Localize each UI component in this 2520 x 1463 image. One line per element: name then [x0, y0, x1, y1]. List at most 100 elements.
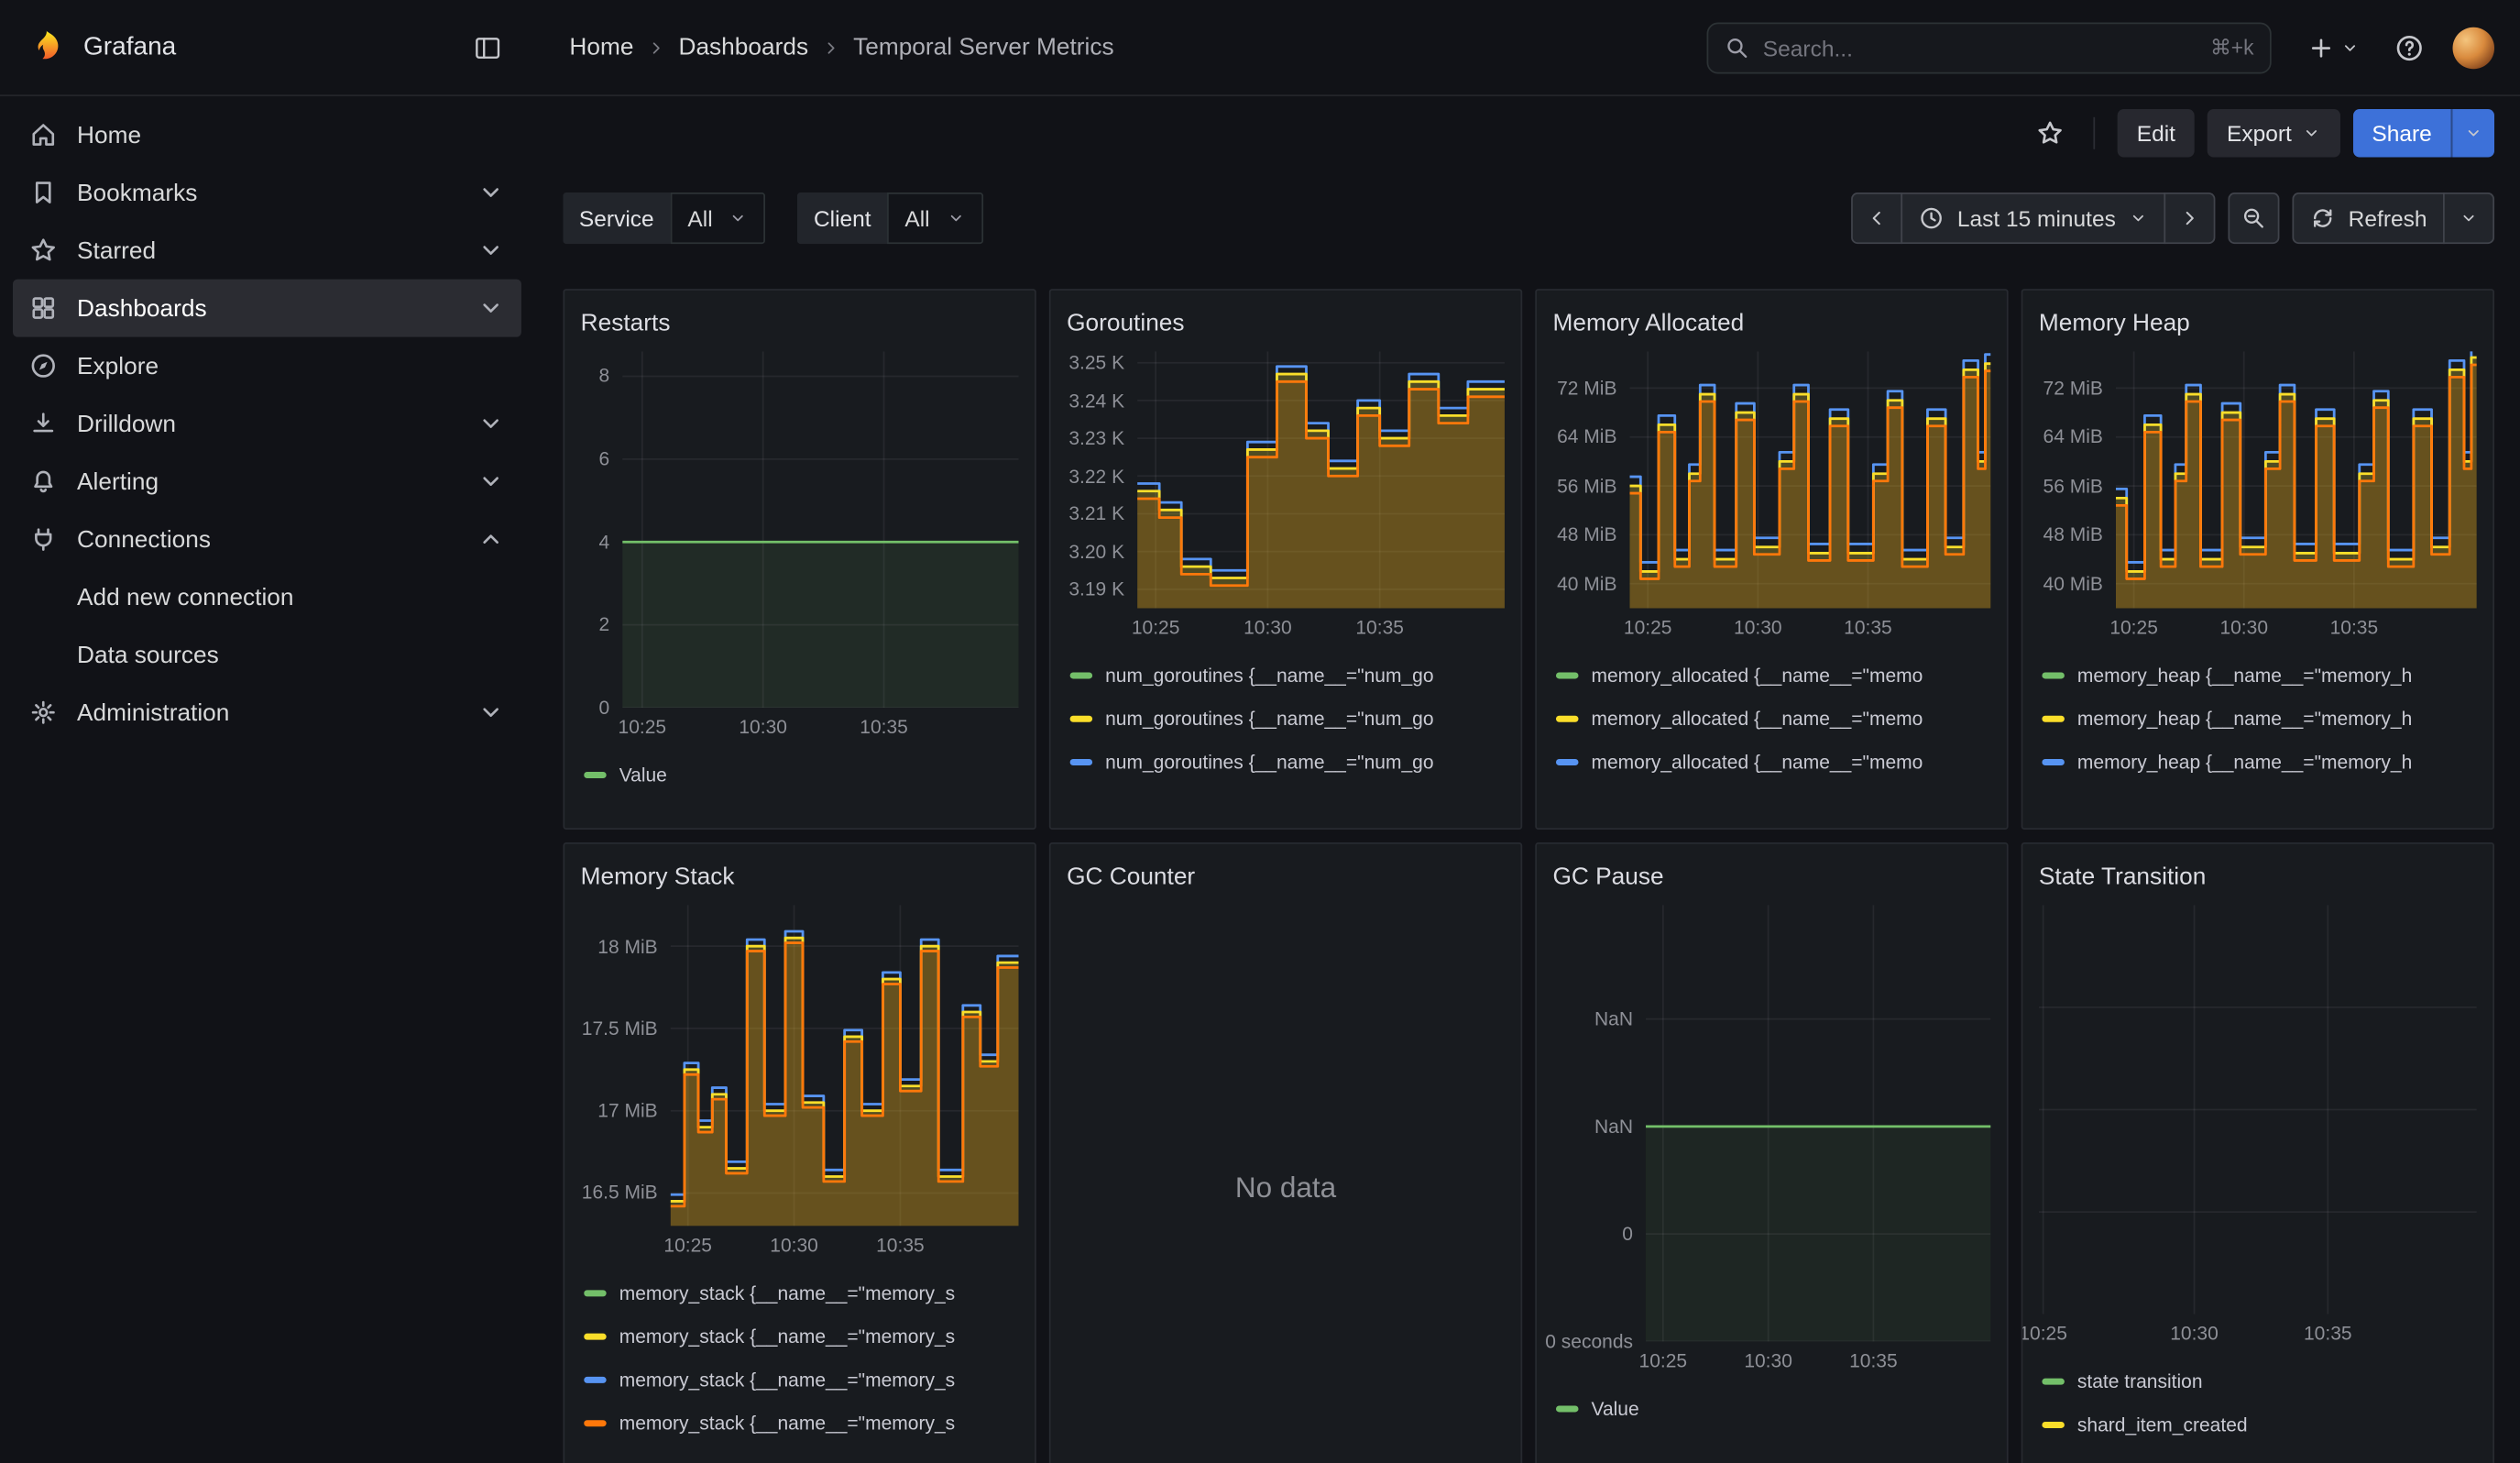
chart-canvas[interactable]	[2116, 351, 2477, 608]
legend-item[interactable]: memory_allocated {__name__="memo	[1556, 653, 1990, 696]
share-menu-button[interactable]	[2451, 109, 2494, 158]
plot-row: 40 MiB48 MiB56 MiB64 MiB72 MiB	[1552, 351, 1990, 608]
sidebar-item-administration[interactable]: Administration	[13, 684, 521, 742]
chart-plot[interactable]	[2116, 351, 2477, 608]
breadcrumb-item-dashboards[interactable]: Dashboards	[678, 34, 808, 61]
breadcrumb: HomeDashboardsTemporal Server Metrics	[569, 34, 1113, 61]
add-new-button[interactable]	[2300, 27, 2366, 69]
time-range-picker[interactable]: Last 15 minutes	[1901, 192, 2166, 244]
y-axis-label: 0 seconds	[1545, 1330, 1633, 1353]
panel-title[interactable]: GC Counter	[1067, 863, 1195, 890]
panel-memory-stack: Memory Stack16.5 MiB17 MiB17.5 MiB18 MiB…	[563, 842, 1035, 1463]
dock-sidebar-button[interactable]	[466, 27, 509, 69]
time-shift-back-button[interactable]	[1851, 192, 1902, 244]
x-axis-label: 10:30	[2170, 1322, 2219, 1345]
user-avatar[interactable]	[2453, 27, 2495, 69]
panel-grid: Restarts0246810:2510:3010:35ValueGorouti…	[563, 289, 2494, 1463]
legend-item[interactable]: num_goroutines {__name__="num_go	[1070, 740, 1505, 783]
y-axis: 0 seconds0NaNNaN	[1552, 905, 1646, 1341]
grafana-logo-icon[interactable]	[26, 27, 68, 69]
chart-canvas[interactable]	[2039, 905, 2477, 1314]
breadcrumb-item-home[interactable]: Home	[569, 34, 633, 61]
favorite-star-button[interactable]	[2029, 113, 2071, 155]
chart-plot[interactable]	[1137, 351, 1505, 608]
chart-canvas[interactable]	[1630, 351, 1991, 608]
sidebar-item-bookmarks[interactable]: Bookmarks	[13, 164, 521, 222]
sidebar-item-alerting[interactable]: Alerting	[13, 453, 521, 511]
legend-item[interactable]: memory_stack {__name__="memory_s	[584, 1314, 1018, 1358]
chart-plot[interactable]	[1646, 905, 1990, 1341]
legend-item[interactable]: memory_heap {__name__="memory_h	[2042, 740, 2476, 783]
sidebar-item-add-new-connection[interactable]: Add new connection	[13, 568, 521, 626]
sidebar-item-drilldown[interactable]: Drilldown	[13, 395, 521, 453]
chart-plot[interactable]	[1630, 351, 1991, 608]
variable-value-dropdown[interactable]: All	[887, 192, 982, 244]
zoom-out-button[interactable]	[2228, 192, 2279, 244]
time-shift-forward-button[interactable]	[2164, 192, 2215, 244]
x-axis: 10:2510:3010:35	[1630, 608, 1991, 644]
refresh-interval-button[interactable]	[2443, 192, 2494, 244]
legend: state transitionshard_item_created	[2042, 1359, 2476, 1446]
panel-title[interactable]: Memory Allocated	[1552, 309, 1744, 336]
sidebar-item-home[interactable]: Home	[13, 106, 521, 164]
share-button[interactable]: Share	[2352, 109, 2450, 158]
variable-value-dropdown[interactable]: All	[670, 192, 765, 244]
chart-canvas[interactable]	[622, 351, 1018, 708]
search-input[interactable]	[1763, 35, 2197, 60]
time-range-label: Last 15 minutes	[1957, 205, 2116, 231]
chart-canvas[interactable]	[1137, 351, 1505, 608]
legend-label: memory_stack {__name__="memory_s	[619, 1368, 955, 1391]
star-icon	[2035, 119, 2065, 148]
chart-plot[interactable]	[622, 351, 1018, 708]
sidebar-item-connections[interactable]: Connections	[13, 511, 521, 568]
legend-item[interactable]: memory_allocated {__name__="memo	[1556, 697, 1990, 740]
legend-item[interactable]: memory_heap {__name__="memory_h	[2042, 653, 2476, 696]
y-axis-label: 3.25 K	[1068, 351, 1124, 374]
plot-row: 3.19 K3.20 K3.21 K3.22 K3.23 K3.24 K3.25…	[1067, 351, 1505, 608]
x-axis-label: 10:30	[1244, 616, 1292, 639]
legend-item[interactable]: state transition	[2042, 1359, 2476, 1402]
legend-item[interactable]: num_goroutines {__name__="num_go	[1070, 653, 1505, 696]
star-icon	[29, 236, 59, 265]
sidebar-item-data-sources[interactable]: Data sources	[13, 626, 521, 684]
sidebar-item-dashboards[interactable]: Dashboards	[13, 280, 521, 337]
legend-item[interactable]: memory_stack {__name__="memory_s	[584, 1270, 1018, 1314]
chart-plot[interactable]	[671, 905, 1019, 1226]
plot-row	[2039, 905, 2477, 1314]
legend-item[interactable]: num_goroutines {__name__="num_go	[1070, 783, 1505, 798]
panel-title[interactable]: Memory Heap	[2039, 309, 2190, 336]
panel-title[interactable]: Restarts	[581, 309, 671, 336]
sidebar-item-label: Explore	[77, 352, 159, 380]
variable-label: Client	[797, 192, 887, 244]
legend-item[interactable]: Value	[584, 753, 1018, 796]
chart-plot[interactable]	[2039, 905, 2477, 1314]
edit-button[interactable]: Edit	[2118, 109, 2195, 158]
legend-item[interactable]: memory_allocated {__name__="memo	[1556, 783, 1990, 798]
panel-title[interactable]: State Transition	[2039, 863, 2206, 890]
legend-item[interactable]: memory_allocated {__name__="memo	[1556, 740, 1990, 783]
chevron-down-icon	[2464, 124, 2483, 143]
panel-title[interactable]: Goroutines	[1067, 309, 1184, 336]
legend-item[interactable]: Value	[1556, 1386, 1990, 1429]
legend-item[interactable]: num_goroutines {__name__="num_go	[1070, 697, 1505, 740]
legend-item[interactable]: memory_stack {__name__="memory_s	[584, 1401, 1018, 1444]
refresh-button[interactable]: Refresh	[2292, 192, 2444, 244]
legend-item[interactable]: memory_heap {__name__="memory_h	[2042, 697, 2476, 740]
brand-area: Grafana	[26, 27, 509, 69]
export-button[interactable]: Export	[2208, 109, 2339, 158]
sidebar-item-label: Administration	[77, 698, 229, 726]
legend-item[interactable]: memory_stack {__name__="memory_s	[584, 1358, 1018, 1401]
panel-title[interactable]: GC Pause	[1552, 863, 1663, 890]
y-axis-label: 64 MiB	[2043, 425, 2103, 448]
sidebar-item-explore[interactable]: Explore	[13, 337, 521, 395]
compass-icon	[29, 351, 59, 380]
panel-title[interactable]: Memory Stack	[581, 863, 735, 890]
help-button[interactable]	[2388, 27, 2430, 69]
sidebar-item-starred[interactable]: Starred	[13, 222, 521, 280]
legend-label: memory_allocated {__name__="memo	[1591, 794, 1923, 798]
chart-canvas[interactable]	[671, 905, 1019, 1226]
legend-item[interactable]: shard_item_created	[2042, 1402, 2476, 1446]
legend-swatch	[584, 1290, 607, 1296]
legend-item[interactable]: memory_heap {__name__="memory_h	[2042, 783, 2476, 798]
chart-canvas[interactable]	[1646, 905, 1990, 1341]
